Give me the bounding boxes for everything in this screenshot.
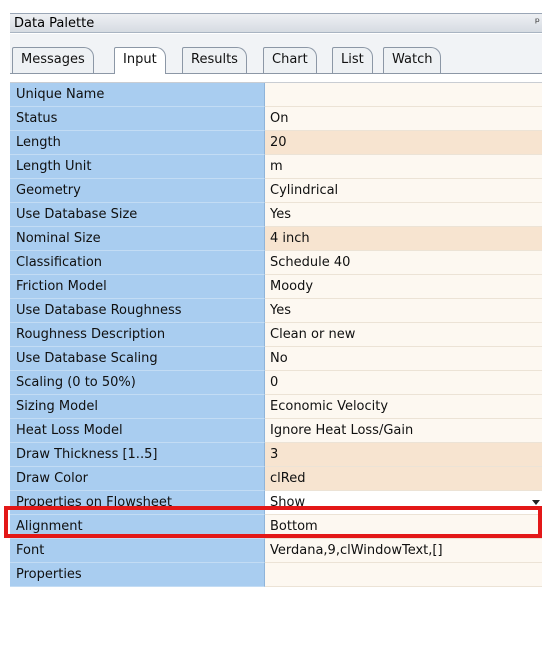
tab-label: Results bbox=[191, 52, 238, 67]
property-value[interactable]: Verdana,9,clWindowText,[] bbox=[265, 539, 542, 563]
palette-titlebar: Data Palette ᵖ bbox=[10, 13, 542, 33]
tab-list[interactable]: List bbox=[332, 47, 373, 73]
property-row-sizing-model[interactable]: Sizing Model Economic Velocity bbox=[10, 395, 542, 419]
property-row-length-unit[interactable]: Length Unit m bbox=[10, 155, 542, 179]
tab-label: Input bbox=[123, 52, 157, 67]
property-value[interactable]: Clean or new bbox=[265, 323, 542, 347]
property-label: Scaling (0 to 50%) bbox=[10, 371, 265, 395]
property-label: Length bbox=[10, 131, 265, 155]
property-value[interactable] bbox=[265, 563, 542, 587]
property-row-friction-model[interactable]: Friction Model Moody bbox=[10, 275, 542, 299]
property-row-classification[interactable]: Classification Schedule 40 bbox=[10, 251, 542, 275]
property-value[interactable]: Economic Velocity bbox=[265, 395, 542, 419]
property-value[interactable]: Bottom bbox=[265, 515, 542, 539]
property-value[interactable]: m bbox=[265, 155, 542, 179]
property-label: Sizing Model bbox=[10, 395, 265, 419]
property-row-use-database-scaling[interactable]: Use Database Scaling No bbox=[10, 347, 542, 371]
property-row-font[interactable]: Font Verdana,9,clWindowText,[] bbox=[10, 539, 542, 563]
property-value[interactable]: 0 bbox=[265, 371, 542, 395]
property-value[interactable]: 3 bbox=[265, 443, 542, 467]
property-row-alignment[interactable]: Alignment Bottom bbox=[10, 515, 542, 539]
tab-watch[interactable]: Watch bbox=[383, 47, 442, 73]
property-row-unique-name[interactable]: Unique Name bbox=[10, 83, 542, 107]
property-label: Font bbox=[10, 539, 265, 563]
properties-on-flowsheet-dropdown[interactable]: Show bbox=[265, 491, 542, 515]
property-row-use-database-roughness[interactable]: Use Database Roughness Yes bbox=[10, 299, 542, 323]
tab-results[interactable]: Results bbox=[182, 47, 247, 73]
property-label: Draw Color bbox=[10, 467, 265, 491]
property-row-heat-loss-model[interactable]: Heat Loss Model Ignore Heat Loss/Gain bbox=[10, 419, 542, 443]
property-label: Friction Model bbox=[10, 275, 265, 299]
pin-icon[interactable]: ᵖ bbox=[535, 15, 540, 29]
tab-input[interactable]: Input bbox=[114, 47, 166, 74]
property-value[interactable] bbox=[265, 83, 542, 107]
property-label: Roughness Description bbox=[10, 323, 265, 347]
tab-label: List bbox=[341, 52, 364, 67]
property-value[interactable]: Yes bbox=[265, 203, 542, 227]
property-row-scaling[interactable]: Scaling (0 to 50%) 0 bbox=[10, 371, 542, 395]
property-value[interactable]: 4 inch bbox=[265, 227, 542, 251]
property-row-properties[interactable]: Properties bbox=[10, 563, 542, 587]
property-value[interactable]: clRed bbox=[265, 467, 542, 491]
property-row-status[interactable]: Status On bbox=[10, 107, 542, 131]
property-row-geometry[interactable]: Geometry Cylindrical bbox=[10, 179, 542, 203]
property-label: Status bbox=[10, 107, 265, 131]
property-row-use-database-size[interactable]: Use Database Size Yes bbox=[10, 203, 542, 227]
property-value[interactable]: Cylindrical bbox=[265, 179, 542, 203]
property-row-draw-thickness[interactable]: Draw Thickness [1..5] 3 bbox=[10, 443, 542, 467]
tab-label: Messages bbox=[21, 52, 85, 67]
tab-label: Chart bbox=[272, 52, 308, 67]
property-row-nominal-size[interactable]: Nominal Size 4 inch bbox=[10, 227, 542, 251]
palette-title: Data Palette bbox=[14, 16, 95, 31]
property-value[interactable]: No bbox=[265, 347, 542, 371]
property-label: Nominal Size bbox=[10, 227, 265, 251]
property-label: Alignment bbox=[10, 515, 265, 539]
property-label: Classification bbox=[10, 251, 265, 275]
property-label: Draw Thickness [1..5] bbox=[10, 443, 265, 467]
property-label: Use Database Size bbox=[10, 203, 265, 227]
property-value[interactable]: Schedule 40 bbox=[265, 251, 542, 275]
tab-strip: Messages Input Results Chart List Watch bbox=[10, 34, 542, 74]
property-label: Length Unit bbox=[10, 155, 265, 179]
property-grid: Unique Name Status On Length 20 Length Uni… bbox=[10, 82, 542, 587]
property-row-length[interactable]: Length 20 bbox=[10, 131, 542, 155]
dropdown-value: Show bbox=[270, 495, 306, 510]
property-label: Properties on Flowsheet bbox=[10, 491, 265, 515]
property-label: Unique Name bbox=[10, 83, 265, 107]
property-row-roughness-description[interactable]: Roughness Description Clean or new bbox=[10, 323, 542, 347]
property-label: Heat Loss Model bbox=[10, 419, 265, 443]
dropdown-arrow-icon[interactable] bbox=[532, 500, 540, 505]
property-label: Properties bbox=[10, 563, 265, 587]
property-value[interactable]: 20 bbox=[265, 131, 542, 155]
property-label: Geometry bbox=[10, 179, 265, 203]
property-label: Use Database Roughness bbox=[10, 299, 265, 323]
property-row-properties-on-flowsheet[interactable]: Properties on Flowsheet Show bbox=[10, 491, 542, 515]
property-value[interactable]: Moody bbox=[265, 275, 542, 299]
property-value[interactable]: Ignore Heat Loss/Gain bbox=[265, 419, 542, 443]
property-label: Use Database Scaling bbox=[10, 347, 265, 371]
tab-label: Watch bbox=[392, 52, 433, 67]
property-value[interactable]: On bbox=[265, 107, 542, 131]
tab-messages[interactable]: Messages bbox=[12, 47, 94, 73]
property-row-draw-color[interactable]: Draw Color clRed bbox=[10, 467, 542, 491]
property-value[interactable]: Yes bbox=[265, 299, 542, 323]
tab-chart[interactable]: Chart bbox=[263, 47, 317, 73]
